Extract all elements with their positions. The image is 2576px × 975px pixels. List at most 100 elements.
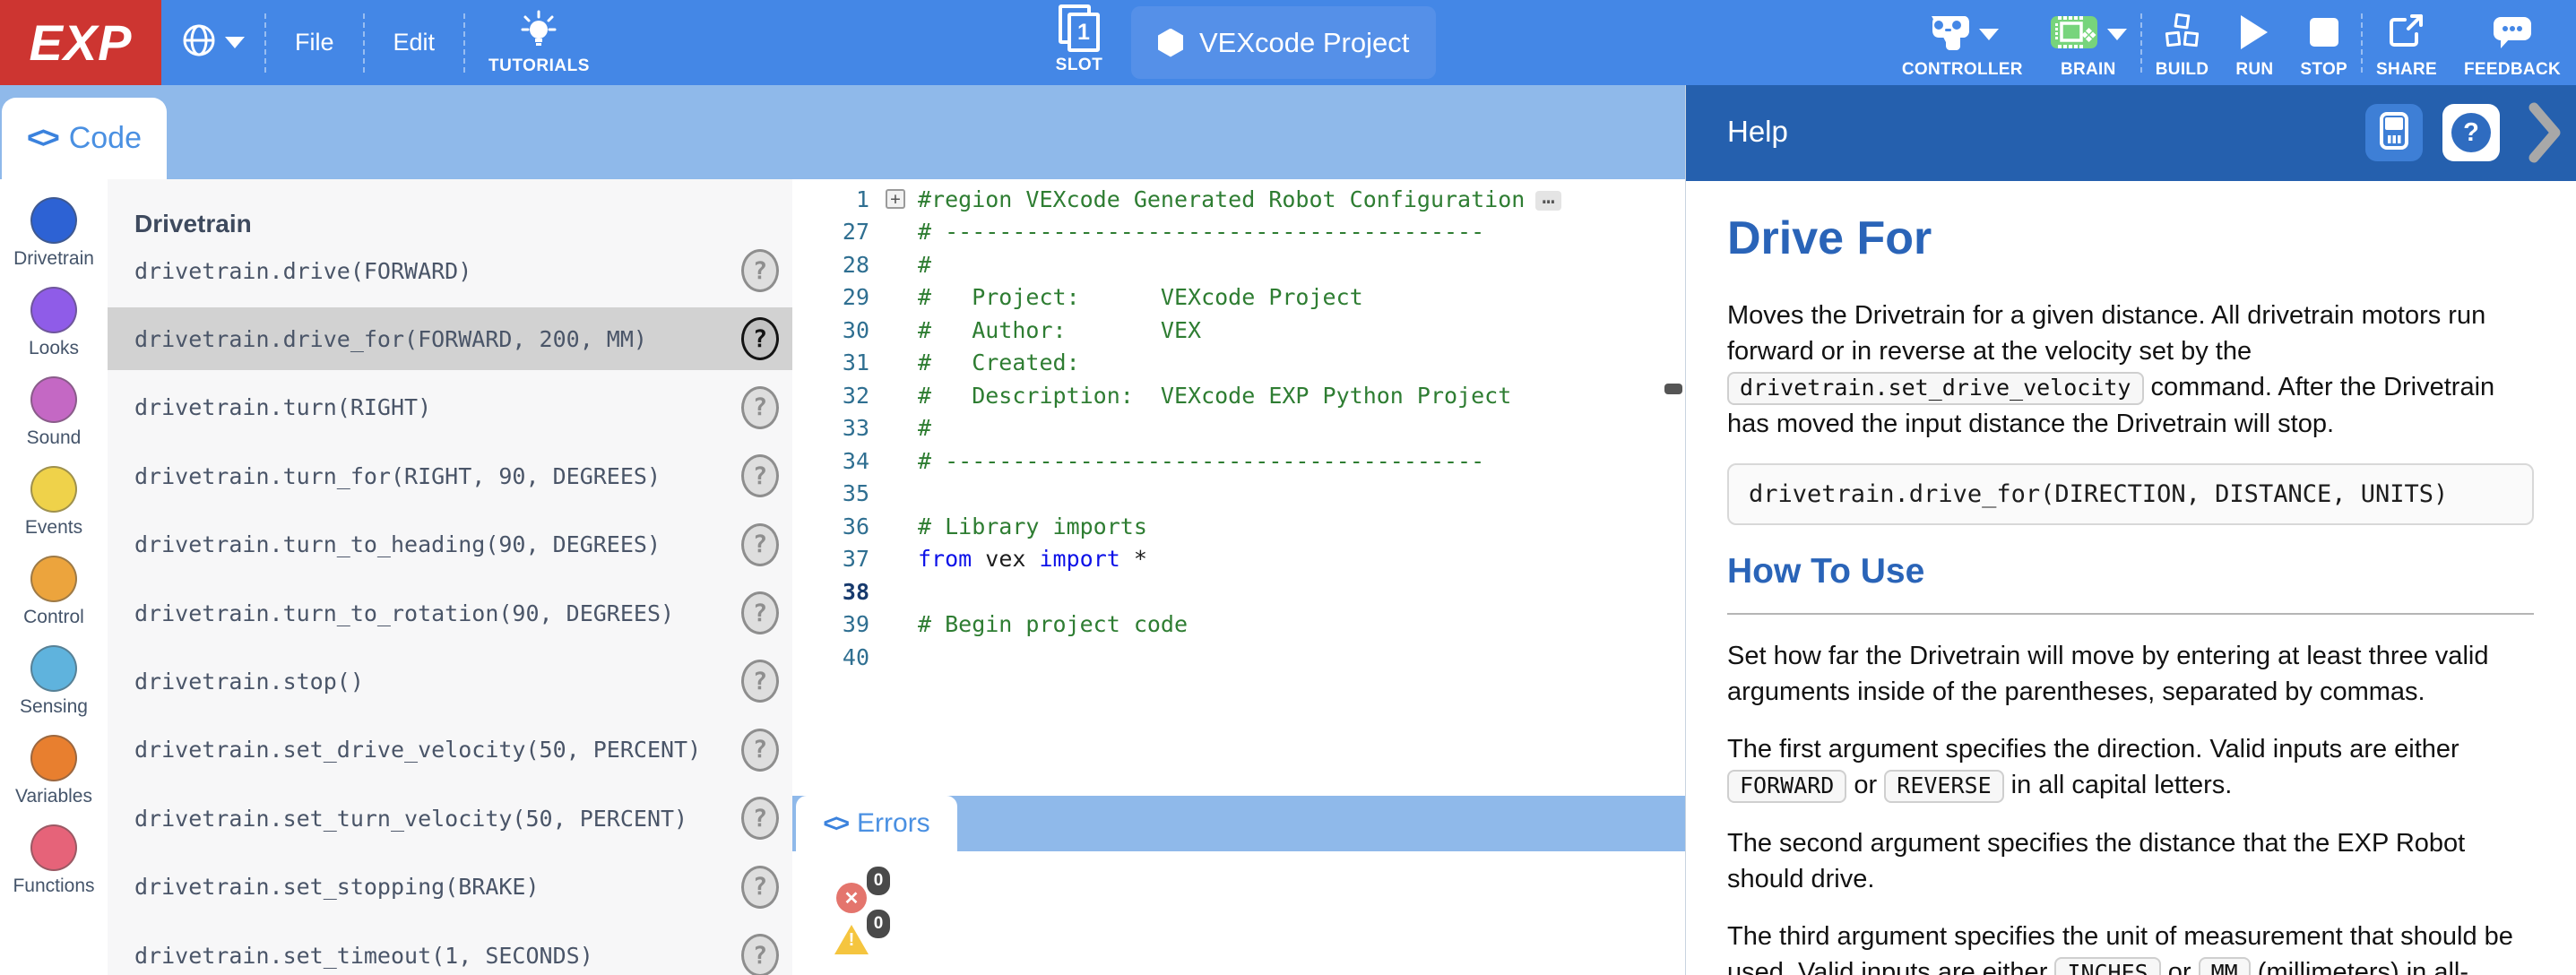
- command-help-button[interactable]: ?: [741, 591, 779, 634]
- code-line: 29# Project: VEXcode Project: [792, 281, 1685, 315]
- help-paragraph: The second argument specifies the distan…: [1727, 825, 2534, 897]
- code-line: 39# Begin project code: [792, 608, 1685, 642]
- variables-category-icon: [30, 735, 77, 781]
- editor-scrollbar-thumb[interactable]: [1664, 384, 1682, 394]
- command-help-button[interactable]: ?: [741, 660, 779, 703]
- code-line: 34# ------------------------------------…: [792, 444, 1685, 478]
- inline-code: MM: [2199, 957, 2251, 975]
- command-code: drivetrain.stop(): [134, 669, 364, 695]
- chevron-down-icon: [225, 37, 245, 48]
- command-help-button[interactable]: ?: [741, 729, 779, 772]
- line-number: 1: [792, 186, 886, 212]
- functions-category-icon: [30, 824, 77, 871]
- code-line: 37from vex import *: [792, 543, 1685, 576]
- language-menu-button[interactable]: [161, 22, 264, 63]
- error-x-icon: ✕: [836, 883, 867, 913]
- code-tab-strip: <> Code: [0, 85, 1685, 179]
- brain-icon: [2050, 13, 2098, 56]
- sidebar-item-label: Control: [0, 607, 108, 628]
- code-text: # Project: VEXcode Project: [918, 284, 1363, 310]
- share-button[interactable]: SHARE: [2363, 6, 2451, 80]
- command-item[interactable]: drivetrain.turn_for(RIGHT, 90, DEGREES)?: [108, 444, 792, 507]
- command-code: drivetrain.set_turn_velocity(50, PERCENT…: [134, 806, 687, 832]
- help-paragraph: Moves the Drivetrain for a given distanc…: [1727, 298, 2534, 442]
- tab-code[interactable]: <> Code: [2, 98, 167, 179]
- command-code: drivetrain.turn_to_rotation(90, DEGREES): [134, 600, 674, 626]
- code-text: # Author: VEX: [918, 317, 1201, 343]
- line-number: 32: [792, 383, 886, 409]
- code-line: 36# Library imports: [792, 510, 1685, 543]
- sidebar-item-drivetrain[interactable]: Drivetrain: [0, 197, 108, 270]
- command-item[interactable]: drivetrain.drive_for(FORWARD, 200, MM)?: [108, 307, 792, 370]
- help-question-toggle-button[interactable]: ?: [2442, 104, 2500, 161]
- command-help-button[interactable]: ?: [741, 317, 779, 360]
- section-divider: [1727, 613, 2534, 615]
- tab-errors[interactable]: <> Errors: [796, 796, 957, 851]
- code-line: 31# Created:: [792, 347, 1685, 380]
- sidebar-item-control[interactable]: Control: [0, 556, 108, 628]
- code-brackets-icon: <>: [27, 121, 57, 156]
- sidebar-item-functions[interactable]: Functions: [0, 824, 108, 897]
- run-button[interactable]: RUN: [2222, 6, 2286, 80]
- controller-icon: [1925, 14, 1970, 55]
- share-icon: [2387, 13, 2426, 56]
- code-text: # Description: VEXcode EXP Python Projec…: [918, 383, 1511, 409]
- code-text: # Begin project code: [918, 611, 1188, 637]
- warning-count-badge: 0: [864, 907, 893, 941]
- command-signature: drivetrain.drive_for(DIRECTION, DISTANCE…: [1727, 463, 2534, 525]
- build-button[interactable]: BUILD: [2142, 6, 2223, 80]
- command-item[interactable]: drivetrain.set_turn_velocity(50, PERCENT…: [108, 787, 792, 850]
- lightbulb-icon: [520, 10, 558, 54]
- sidebar-item-variables[interactable]: Variables: [0, 735, 108, 807]
- folded-region-ellipsis-icon[interactable]: …: [1535, 191, 1560, 211]
- command-item[interactable]: drivetrain.drive(FORWARD)?: [108, 239, 792, 302]
- command-item[interactable]: drivetrain.set_drive_velocity(50, PERCEN…: [108, 719, 792, 781]
- command-help-button[interactable]: ?: [741, 386, 779, 429]
- sidebar-item-events[interactable]: Events: [0, 466, 108, 539]
- command-help-button[interactable]: ?: [741, 797, 779, 840]
- code-editor[interactable]: 1+#region VEXcode Generated Robot Config…: [792, 179, 1685, 796]
- command-help-button[interactable]: ?: [741, 523, 779, 566]
- menu-file[interactable]: File: [266, 29, 363, 56]
- command-item[interactable]: drivetrain.stop()?: [108, 650, 792, 712]
- help-paragraph: The first argument specifies the directi…: [1727, 731, 2534, 804]
- controller-button[interactable]: CONTROLLER: [1889, 6, 2036, 80]
- line-number: 31: [792, 349, 886, 375]
- sidebar-item-looks[interactable]: Looks: [0, 287, 108, 359]
- code-text: from vex import *: [918, 546, 1147, 572]
- tutorials-button[interactable]: TUTORIALS: [465, 10, 613, 76]
- brain-button[interactable]: BRAIN: [2036, 6, 2140, 80]
- help-panel: Help ? Drive For Moves the Drivetrain fo…: [1685, 85, 2576, 975]
- menu-edit[interactable]: Edit: [365, 29, 464, 56]
- command-item[interactable]: drivetrain.turn_to_heading(90, DEGREES)?: [108, 513, 792, 576]
- command-help-button[interactable]: ?: [741, 454, 779, 497]
- slot-button[interactable]: 1 SLOT: [1050, 4, 1108, 75]
- line-number: 40: [792, 644, 886, 670]
- command-code: drivetrain.drive(FORWARD): [134, 258, 471, 284]
- code-line: 32 # Description: VEXcode EXP Python Proj…: [792, 379, 1685, 412]
- command-item[interactable]: drivetrain.set_timeout(1, SECONDS)?: [108, 924, 792, 975]
- code-brackets-icon: <>: [823, 809, 847, 838]
- command-item[interactable]: drivetrain.turn_to_rotation(90, DEGREES)…: [108, 582, 792, 644]
- command-help-button[interactable]: ?: [741, 866, 779, 909]
- command-item[interactable]: drivetrain.turn(RIGHT)?: [108, 376, 792, 439]
- project-name-button[interactable]: VEXcode Project: [1131, 6, 1436, 79]
- code-line: 30# Author: VEX: [792, 314, 1685, 347]
- brain-help-toggle-button[interactable]: [2365, 104, 2423, 161]
- line-number: 28: [792, 252, 886, 278]
- sidebar-item-sound[interactable]: Sound: [0, 376, 108, 449]
- command-help-button[interactable]: ?: [741, 249, 779, 292]
- globe-icon: [181, 22, 217, 63]
- code-text: # --------------------------------------…: [918, 219, 1484, 245]
- command-help-button[interactable]: ?: [741, 934, 779, 975]
- sidebar-item-label: Drivetrain: [0, 248, 108, 270]
- collapse-panel-chevron[interactable]: [2527, 100, 2564, 169]
- feedback-button[interactable]: FEEDBACK: [2451, 6, 2574, 80]
- inline-code: drivetrain.set_drive_velocity: [1727, 372, 2144, 405]
- stop-button[interactable]: STOP: [2286, 6, 2361, 80]
- sidebar-item-label: Functions: [0, 876, 108, 897]
- fold-toggle-icon[interactable]: +: [886, 189, 905, 209]
- command-item[interactable]: drivetrain.set_stopping(BRAKE)?: [108, 856, 792, 919]
- sidebar-item-sensing[interactable]: Sensing: [0, 645, 108, 718]
- how-to-use-text: Set how far the Drivetrain will move by …: [1727, 638, 2534, 975]
